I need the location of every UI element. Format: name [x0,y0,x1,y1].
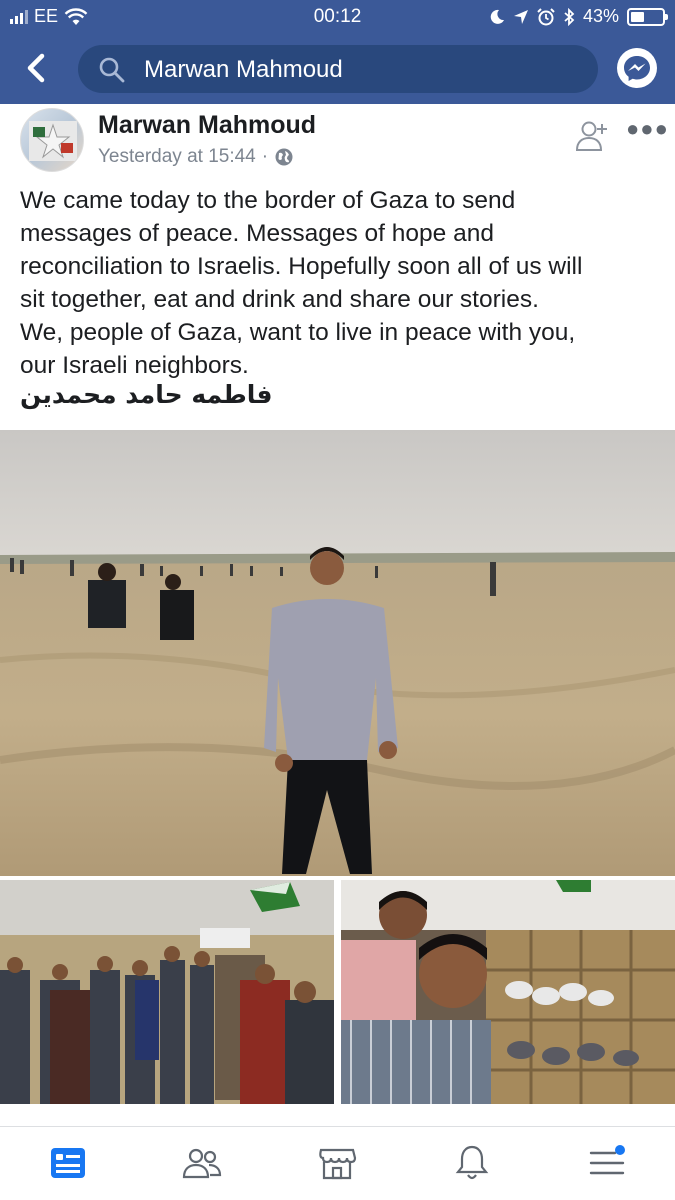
post-author-name[interactable]: Marwan Mahmoud [98,111,316,140]
author-avatar[interactable] [20,108,84,172]
bell-icon [455,1145,489,1180]
battery-percent: 43% [582,6,619,26]
photo-doves-scene [341,880,675,1104]
meta-separator: · [261,146,269,167]
tab-friends[interactable] [180,1141,224,1185]
status-right-group: 43% [489,6,668,27]
messenger-button[interactable] [617,48,657,88]
globe-icon [275,148,293,166]
battery-level [631,11,644,22]
tab-menu[interactable] [585,1141,629,1185]
messenger-icon [624,56,650,81]
location-icon [513,9,528,24]
post-photo-doves[interactable] [341,880,675,1104]
tab-notifications[interactable] [450,1141,494,1185]
tab-news-feed[interactable] [46,1141,90,1185]
search-icon [99,57,125,83]
more-options-icon[interactable]: ●●● [626,116,669,142]
top-header: EE 00:12 43% Marwan Mahmoud [0,0,675,104]
post-signature: فاطمه حامد محمدين [20,380,273,409]
back-chevron-icon[interactable] [22,50,52,86]
alarm-icon [537,7,555,25]
post-meta: Yesterday at 15:44 · [98,146,294,168]
battery-icon [627,7,668,26]
post-timestamp[interactable]: Yesterday at 15:44 [98,146,256,168]
status-bar: EE 00:12 43% [0,0,675,34]
add-friend-icon[interactable] [574,118,610,154]
photo-border-field [0,430,675,876]
photo-crowd-scene [0,880,334,1104]
marketplace-icon [319,1148,357,1180]
search-query[interactable]: Marwan Mahmoud [144,56,343,84]
post-text: We came today to the border of Gaza to s… [20,187,583,379]
tab-marketplace[interactable] [315,1141,359,1185]
post-body: We came today to the border of Gaza to s… [20,184,660,382]
news-feed-icon [51,1148,85,1178]
bluetooth-icon [564,7,575,26]
menu-icon [589,1145,625,1175]
post-photo-crowd[interactable] [0,880,334,1104]
avatar-graphic [29,121,77,161]
post-photo-main[interactable] [0,430,675,876]
bottom-tab-bar [0,1126,675,1200]
friends-icon [182,1148,222,1179]
search-bar[interactable]: Marwan Mahmoud [78,45,598,93]
moon-icon [490,9,504,24]
